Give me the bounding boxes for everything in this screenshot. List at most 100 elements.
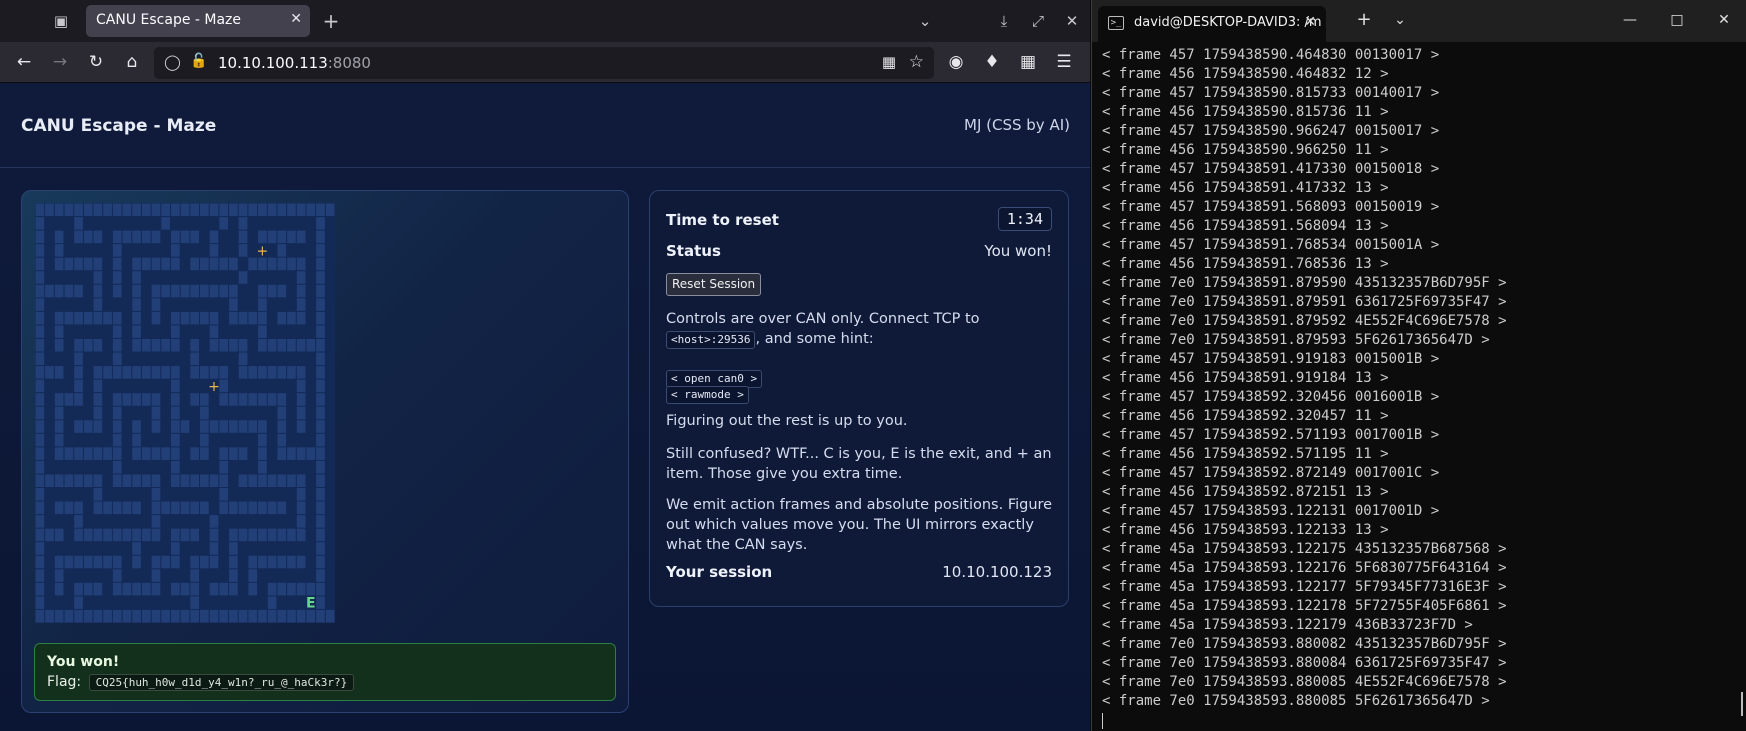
app-header: CANU Escape - Maze MJ (CSS by AI) (0, 83, 1090, 168)
tab-list-chevron-icon[interactable]: ⌄ (914, 11, 936, 31)
maze-wall-cell (83, 582, 93, 596)
maze-wall-cell (296, 230, 306, 244)
maze-wall-cell (219, 203, 229, 217)
maze-wall-cell (132, 474, 141, 488)
maze-wall-cell (74, 338, 83, 352)
maze-wall-cell (209, 257, 219, 271)
new-tab-icon[interactable]: + (320, 11, 342, 31)
maze-wall-cell (316, 338, 325, 352)
maze-wall-cell (180, 284, 190, 298)
reload-icon[interactable]: ↻ (84, 52, 108, 72)
maze-wall-cell (161, 338, 170, 352)
terminal-tab[interactable]: >_ david@DESKTOP-DAVID3: /m ✕ (1098, 6, 1326, 42)
maze-wall-cell (277, 257, 287, 271)
terminal-tab-title: david@DESKTOP-DAVID3: /m (1134, 15, 1322, 30)
reset-session-button[interactable]: Reset Session (666, 273, 762, 296)
maze-wall-cell (122, 609, 132, 623)
maze-wall-cell (267, 555, 277, 569)
maze-wall-cell (170, 244, 180, 257)
maze-wall-cell (35, 447, 45, 460)
forward-icon[interactable]: → (48, 52, 72, 72)
restore-window-icon[interactable]: ⤢ (1027, 11, 1049, 31)
maze-wall-cell (54, 311, 64, 325)
home-icon[interactable]: ⌂ (120, 52, 144, 72)
maze-wall-cell (248, 528, 258, 542)
terminal-scrollbar[interactable] (1741, 692, 1743, 716)
maze-wall-cell (219, 217, 229, 230)
maze-wall-cell (190, 528, 200, 542)
maze-wall-cell (248, 501, 258, 515)
url-bar[interactable]: ◯ 🔓 10.10.100.113:8080 ▦ ☆ (154, 47, 934, 79)
maze-wall-cell (112, 460, 122, 474)
maze-wall-cell (132, 203, 141, 217)
maze-wall-cell (267, 338, 277, 352)
maze-wall-cell (296, 488, 306, 501)
maze-wall-cell (151, 515, 161, 528)
url-text[interactable]: 10.10.100.113:8080 (218, 54, 371, 72)
maze-wall-cell (316, 406, 325, 420)
terminal-dropdown-icon[interactable]: ⌄ (1390, 10, 1410, 30)
maze-wall-cell (209, 420, 219, 433)
maze-wall-cell (287, 366, 296, 379)
maze-wall-cell (45, 474, 54, 488)
maze-wall-cell (151, 528, 161, 542)
maze-wall-cell (190, 284, 200, 298)
extensions-puzzle-icon[interactable]: ♦ (980, 52, 1004, 72)
maze-wall-cell (74, 528, 83, 542)
back-icon[interactable]: ← (12, 52, 36, 72)
maze-wall-cell (296, 311, 306, 325)
insecure-lock-icon[interactable]: 🔓 (190, 53, 207, 69)
maze-wall-cell (35, 433, 45, 447)
qr-code-icon[interactable]: ▦ (882, 53, 896, 71)
maze-wall-cell (200, 474, 209, 488)
terminal-line: < frame 45a 1759438593.122176 5F6830775F… (1102, 560, 1507, 576)
maze-wall-cell (258, 338, 267, 352)
maze-wall-cell (112, 582, 122, 596)
terminal-output[interactable]: < frame 457 1759438590.464830 00130017 >… (1102, 46, 1732, 729)
maze-wall-cell (132, 555, 141, 569)
maze-wall-cell (219, 420, 229, 433)
browser-tab[interactable]: CANU Escape - Maze ✕ (86, 5, 310, 37)
close-terminal-tab-icon[interactable]: ✕ (1304, 14, 1316, 30)
download-icon[interactable]: ⤓ (993, 11, 1015, 31)
extension-icon[interactable]: ◉ (944, 52, 968, 72)
close-window-icon[interactable]: ✕ (1061, 11, 1083, 31)
terminal-line: < frame 456 1759438590.464832 12 > (1102, 66, 1389, 82)
maze-wall-cell (229, 393, 238, 406)
close-tab-icon[interactable]: ✕ (290, 11, 302, 27)
maze-wall-cell (267, 501, 277, 515)
terminal-line: < frame 457 1759438591.768534 0015001A > (1102, 237, 1440, 253)
maze-wall-cell (161, 555, 170, 569)
maze-wall-cell (180, 501, 190, 515)
maximize-icon[interactable]: □ (1667, 10, 1687, 30)
maze-wall-cell (35, 528, 45, 542)
apps-grid-icon[interactable]: ▦ (1016, 52, 1040, 72)
maze-wall-cell (93, 393, 103, 406)
bookmark-star-icon[interactable]: ☆ (909, 52, 924, 72)
maze-wall-cell (229, 284, 238, 298)
maze-wall-cell (258, 298, 267, 311)
maze-wall-cell (93, 501, 103, 515)
maze-wall-cell (112, 325, 122, 338)
close-terminal-icon[interactable]: ✕ (1714, 10, 1734, 30)
menu-icon[interactable]: ☰ (1052, 52, 1076, 72)
terminal-line: < frame 457 1759438590.464830 00130017 > (1102, 47, 1440, 63)
terminal-line: < frame 456 1759438591.568094 13 > (1102, 218, 1389, 234)
maze-wall-cell (35, 406, 45, 420)
maze-wall-cell (180, 582, 190, 596)
maze-wall-cell (103, 366, 112, 379)
maze-wall-cell (103, 528, 112, 542)
maze-wall-cell (132, 528, 141, 542)
maze-wall-cell (112, 203, 122, 217)
maze-wall-cell (161, 257, 170, 271)
maze-wall-cell (296, 338, 306, 352)
new-terminal-tab-icon[interactable]: + (1354, 10, 1374, 30)
tab-overview-icon[interactable]: ▣ (50, 11, 72, 31)
maze-wall-cell (141, 203, 151, 217)
maze-wall-cell (141, 528, 151, 542)
tracking-shield-icon[interactable]: ◯ (164, 53, 181, 71)
minimize-icon[interactable]: — (1620, 10, 1640, 30)
maze-wall-cell (190, 569, 200, 582)
maze-wall-cell (151, 420, 161, 433)
maze-wall-cell (132, 338, 141, 352)
